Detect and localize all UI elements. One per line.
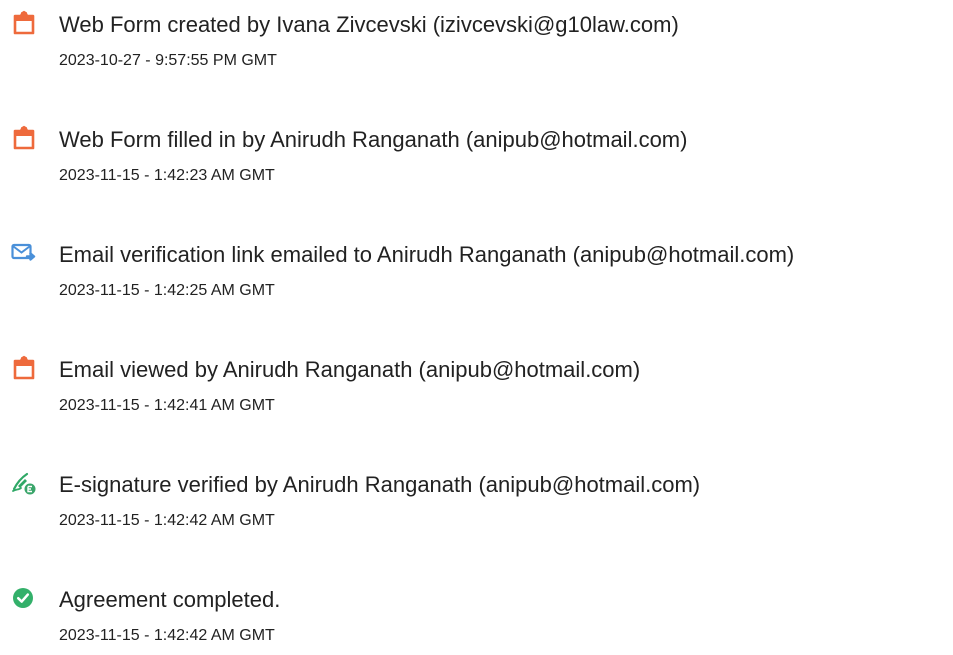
event-title: Agreement completed. [59,587,281,612]
document-icon [11,10,37,36]
audit-event: Email viewed by Anirudh Ranganath (anipu… [0,345,953,425]
document-icon [11,125,37,151]
document-icon [11,355,37,381]
event-timestamp: 2023-10-27 - 9:57:55 PM GMT [59,52,277,69]
audit-event: Agreement completed. 2023-11-15 - 1:42:4… [0,575,953,655]
audit-event: Email verification link emailed to Aniru… [0,230,953,310]
event-timestamp: 2023-11-15 - 1:42:42 AM GMT [59,627,275,644]
check-circle-icon [11,585,37,611]
event-title: Web Form created by Ivana Zivcevski (izi… [59,12,679,37]
audit-event: Web Form created by Ivana Zivcevski (izi… [0,0,953,80]
event-title: Web Form filled in by Anirudh Ranganath … [59,127,688,152]
audit-event: E-signature verified by Anirudh Ranganat… [0,460,953,540]
event-timestamp: 2023-11-15 - 1:42:42 AM GMT [59,512,275,529]
audit-event: Web Form filled in by Anirudh Ranganath … [0,115,953,195]
event-title: Email verification link emailed to Aniru… [59,242,795,267]
event-timestamp: 2023-11-15 - 1:42:41 AM GMT [59,397,275,414]
event-timestamp: 2023-11-15 - 1:42:25 AM GMT [59,282,275,299]
event-title: E-signature verified by Anirudh Ranganat… [59,472,701,497]
event-timestamp: 2023-11-15 - 1:42:23 AM GMT [59,167,275,184]
event-title: Email viewed by Anirudh Ranganath (anipu… [59,357,641,382]
esignature-icon [11,470,37,496]
email-send-icon [11,240,37,266]
